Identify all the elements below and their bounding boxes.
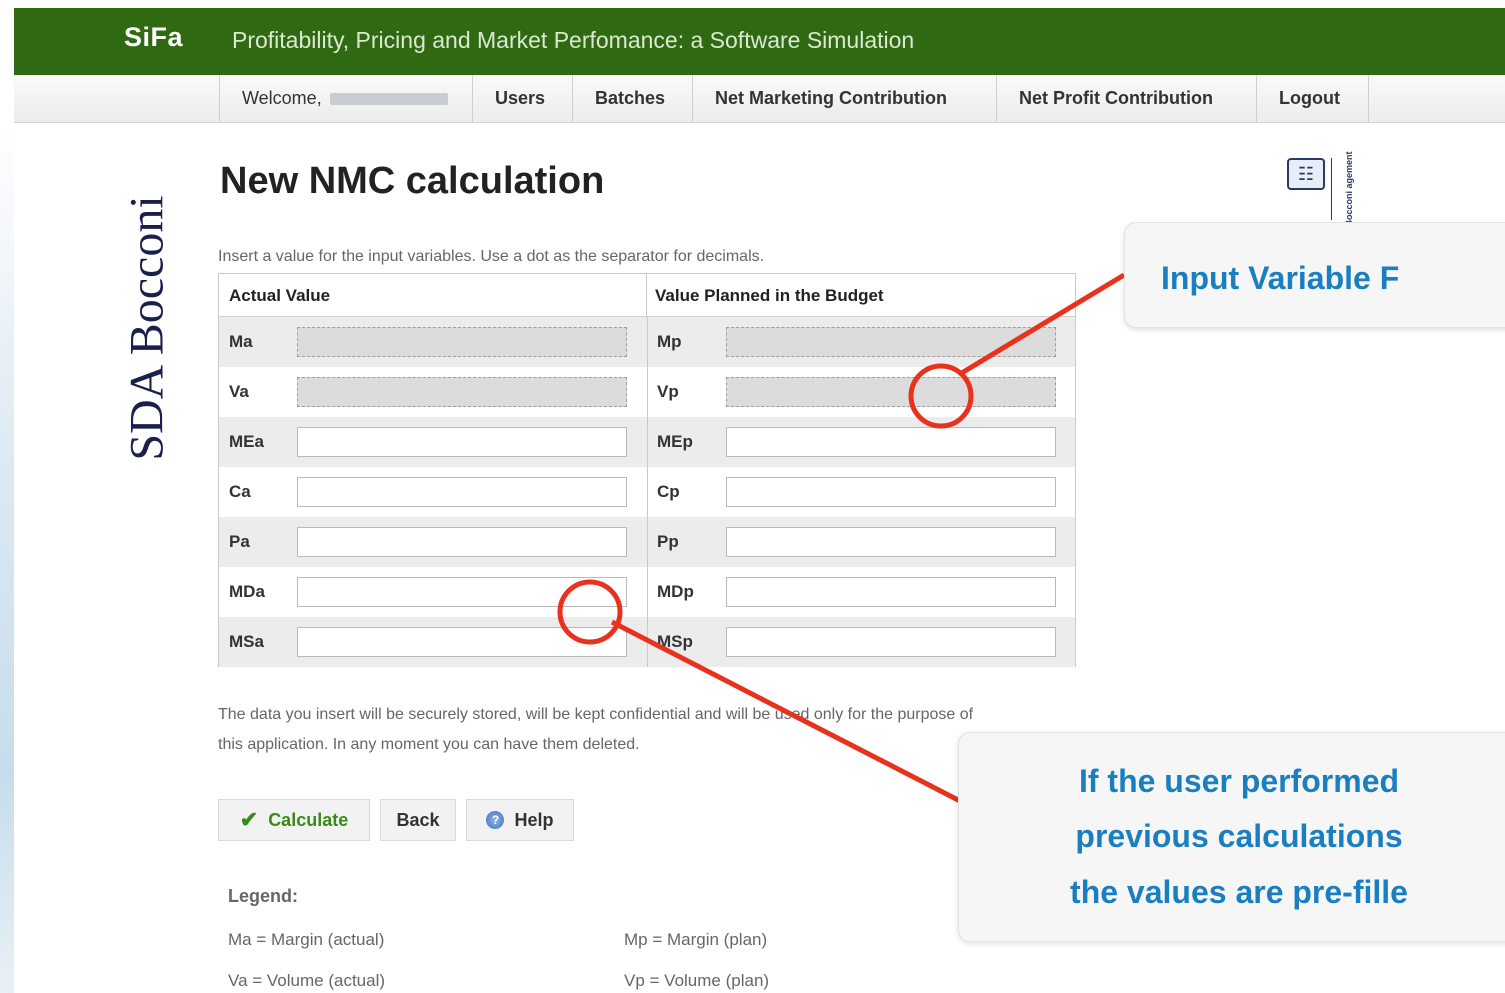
pa-input[interactable] bbox=[297, 527, 627, 557]
calculate-label: Calculate bbox=[268, 809, 349, 830]
table-row: MSa MSp bbox=[219, 617, 1075, 667]
msp-input[interactable] bbox=[726, 627, 1056, 657]
nav-item-label: Net Marketing Contribution bbox=[715, 88, 947, 108]
field-label-mea: MEa bbox=[229, 432, 264, 451]
nav-item-net-profit-contribution[interactable]: Net Profit Contribution bbox=[997, 75, 1257, 122]
callout-text-line: the values are pre-fille bbox=[1070, 874, 1408, 910]
field-label-msa: MSa bbox=[229, 632, 264, 651]
field-label-pp: Pp bbox=[657, 532, 679, 551]
bocconi-emblem-icon: ☷ bbox=[1287, 158, 1325, 190]
nav-item-label: Logout bbox=[1279, 88, 1340, 108]
window-top-edge bbox=[0, 0, 1505, 8]
callout-text-line: If the user performed bbox=[1078, 763, 1400, 799]
mdp-input[interactable] bbox=[726, 577, 1056, 607]
table-row: MEa MEp bbox=[219, 417, 1075, 467]
field-label-vp: Vp bbox=[657, 382, 679, 401]
mp-input bbox=[726, 327, 1056, 357]
ma-input bbox=[297, 327, 627, 357]
sidebar-logo-text: SDA Bocconi bbox=[120, 195, 174, 461]
callout-input-fields: Input Variable F bbox=[1124, 222, 1505, 328]
callout-text: Input Variable F bbox=[1161, 260, 1400, 296]
msa-input[interactable] bbox=[297, 627, 627, 657]
field-label-ca: Ca bbox=[229, 482, 251, 501]
column-header-actual: Actual Value bbox=[219, 274, 647, 317]
checkmark-icon: ✔ bbox=[239, 807, 259, 832]
legend-item: Va = Volume (actual) bbox=[228, 971, 386, 990]
column-header-planned: Value Planned in the Budget bbox=[647, 274, 1075, 317]
mda-input[interactable] bbox=[297, 577, 627, 607]
field-label-mdp: MDp bbox=[657, 582, 694, 601]
redacted-username bbox=[329, 92, 448, 105]
help-label: Help bbox=[514, 809, 554, 830]
app-tagline: Profitability, Pricing and Market Perfom… bbox=[232, 27, 915, 53]
welcome-label: Welcome, bbox=[242, 88, 322, 108]
bocconi-logo-text: Bocconi agement bbox=[1331, 151, 1366, 227]
mea-input[interactable] bbox=[297, 427, 627, 457]
field-label-msp: MSp bbox=[657, 632, 693, 651]
nav-item-net-marketing-contribution[interactable]: Net Marketing Contribution bbox=[693, 75, 997, 122]
cp-input[interactable] bbox=[726, 477, 1056, 507]
field-label-cp: Cp bbox=[657, 482, 680, 501]
callout-text-line: previous calculations bbox=[1075, 818, 1403, 854]
legend-item: Ma = Margin (actual) bbox=[228, 930, 385, 949]
table-row: Pa Pp bbox=[219, 517, 1075, 567]
ca-input[interactable] bbox=[297, 477, 627, 507]
field-label-va: Va bbox=[229, 382, 249, 401]
legend-item: Vp = Volume (plan) bbox=[624, 971, 770, 990]
table-row: Va Vp bbox=[219, 367, 1075, 417]
back-button[interactable]: Back bbox=[380, 799, 456, 841]
nav-item-users[interactable]: Users bbox=[473, 75, 573, 122]
nav-item-label: Batches bbox=[595, 88, 666, 108]
field-label-mp: Mp bbox=[657, 332, 682, 351]
field-label-pa: Pa bbox=[229, 532, 250, 551]
bocconi-management-logo: ☷ Bocconi agement bbox=[1287, 151, 1367, 227]
app-header: SiFa Profitability, Pricing and Market P… bbox=[14, 8, 1505, 75]
callout-prefilled-values: If the user performed previous calculati… bbox=[958, 732, 1505, 942]
pp-input[interactable] bbox=[726, 527, 1056, 557]
nav-item-batches[interactable]: Batches bbox=[573, 75, 693, 122]
nav-item-logout[interactable]: Logout bbox=[1257, 75, 1369, 122]
legend-title: Legend: bbox=[228, 886, 298, 906]
input-hint: Insert a value for the input variables. … bbox=[218, 248, 765, 265]
legend-item: Mp = Margin (plan) bbox=[624, 930, 768, 949]
nav-item-label: Net Profit Contribution bbox=[1019, 88, 1213, 108]
nav-item-label: Users bbox=[495, 88, 546, 108]
mep-input[interactable] bbox=[726, 427, 1056, 457]
page-title: New NMC calculation bbox=[220, 160, 605, 202]
back-label: Back bbox=[396, 809, 440, 830]
table-row: Ma Mp bbox=[219, 317, 1075, 367]
privacy-disclaimer: The data you insert will be securely sto… bbox=[218, 706, 974, 753]
calculate-button[interactable]: ✔ Calculate bbox=[218, 799, 370, 841]
input-variables-table: Actual Value Value Planned in the Budget… bbox=[218, 273, 1076, 667]
table-row: Ca Cp bbox=[219, 467, 1075, 517]
field-label-ma: Ma bbox=[229, 332, 253, 351]
navigation-bar: Welcome, Users Batches Net Marketing Con… bbox=[14, 75, 1505, 123]
help-button[interactable]: ? Help bbox=[466, 799, 574, 841]
app-logo[interactable]: SiFa bbox=[124, 22, 183, 53]
field-label-mda: MDa bbox=[229, 582, 265, 601]
welcome-text: Welcome, bbox=[219, 75, 473, 122]
help-icon: ? bbox=[486, 811, 505, 829]
va-input bbox=[297, 377, 627, 407]
field-label-mep: MEp bbox=[657, 432, 693, 451]
left-edge-decoration bbox=[0, 120, 14, 993]
sda-bocconi-sidebar-logo: SDA Bocconi bbox=[120, 158, 174, 498]
vp-input bbox=[726, 377, 1056, 407]
table-row: MDa MDp bbox=[219, 567, 1075, 617]
